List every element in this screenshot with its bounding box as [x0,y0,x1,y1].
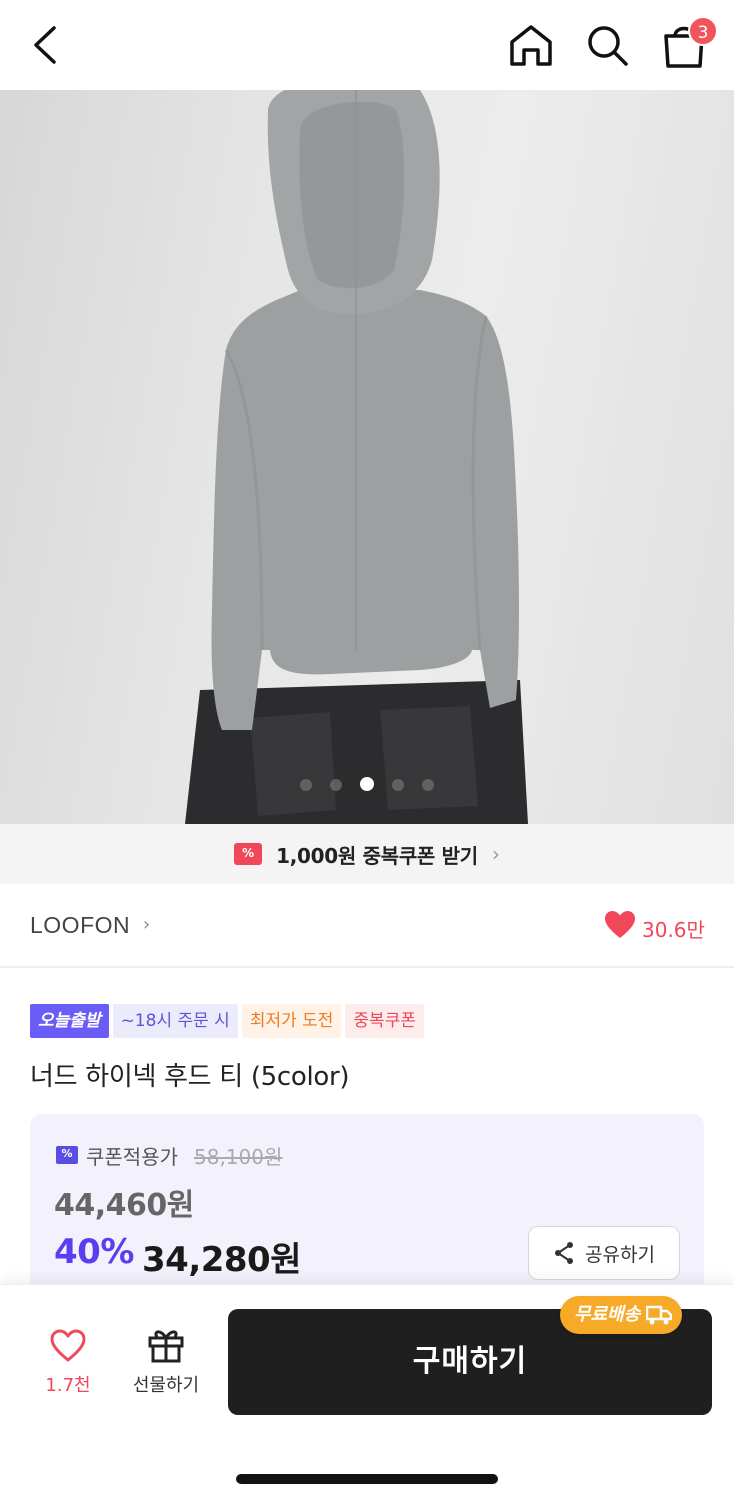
heart-outline-icon [50,1329,86,1362]
carousel-dot-active[interactable] [360,777,374,791]
free-shipping-label: 무료배송 [574,1304,641,1325]
coupon-banner-text: 1,000원 중복쿠폰 받기 [276,843,478,868]
top-navigation-bar: 3 [0,0,734,90]
tag-today-shipping: 오늘출발 [30,1004,109,1038]
gift-icon [148,1330,184,1363]
coupon-banner[interactable]: % 1,000원 중복쿠폰 받기 › [0,824,734,884]
chevron-right-icon: › [143,914,151,935]
product-title: 너드 하이넥 후드 티 (5color) [30,1062,350,1092]
carousel-dot[interactable] [422,779,434,791]
tag-duplicate-coupon: 중복쿠폰 [345,1004,424,1038]
carousel-dot[interactable] [330,779,342,791]
tag-lowest-price: 최저가 도전 [241,1004,342,1038]
home-icon[interactable] [506,22,556,68]
brand-name-link[interactable]: LOOFON [30,912,130,939]
wishlist-button[interactable]: 1.7천 [30,1329,106,1397]
cart-count-badge: 3 [688,16,718,46]
share-button[interactable]: 공유하기 [528,1226,680,1280]
search-icon[interactable] [582,22,632,68]
coupon-icon: % [56,1146,78,1164]
product-tags: 오늘출발 ~18시 주문 시 최저가 도전 중복쿠폰 [30,1004,424,1038]
carousel-dot[interactable] [300,779,312,791]
truck-icon [646,1305,673,1325]
coupon-price-label: 쿠폰적용가 [86,1145,178,1169]
share-icon [555,1242,574,1264]
product-photo [185,90,528,824]
chevron-right-icon: › [491,842,500,866]
share-button-label: 공유하기 [585,1243,655,1266]
discount-rate: 40% [54,1232,134,1272]
heart-icon[interactable] [604,910,636,940]
carousel-dot[interactable] [392,779,404,791]
brand-row: LOOFON › 30.6만 [0,884,734,968]
home-indicator [236,1474,498,1484]
back-chevron-icon[interactable] [26,22,66,68]
tag-order-cutoff: ~18시 주문 시 [112,1004,238,1038]
gift-button-label: 선물하기 [132,1375,200,1396]
gift-button[interactable]: 선물하기 [122,1327,210,1397]
sale-price: 44,460원 [54,1188,194,1223]
wishlist-count: 1.7천 [45,1375,91,1396]
carousel-dots [0,776,734,795]
free-shipping-badge: 무료배송 [560,1296,683,1334]
brand-like-count: 30.6만 [642,918,705,942]
product-image-carousel[interactable] [0,90,734,824]
original-price: 58,100원 [194,1145,283,1169]
final-price: 34,280원 [142,1240,301,1280]
coupon-icon: % [234,843,263,865]
